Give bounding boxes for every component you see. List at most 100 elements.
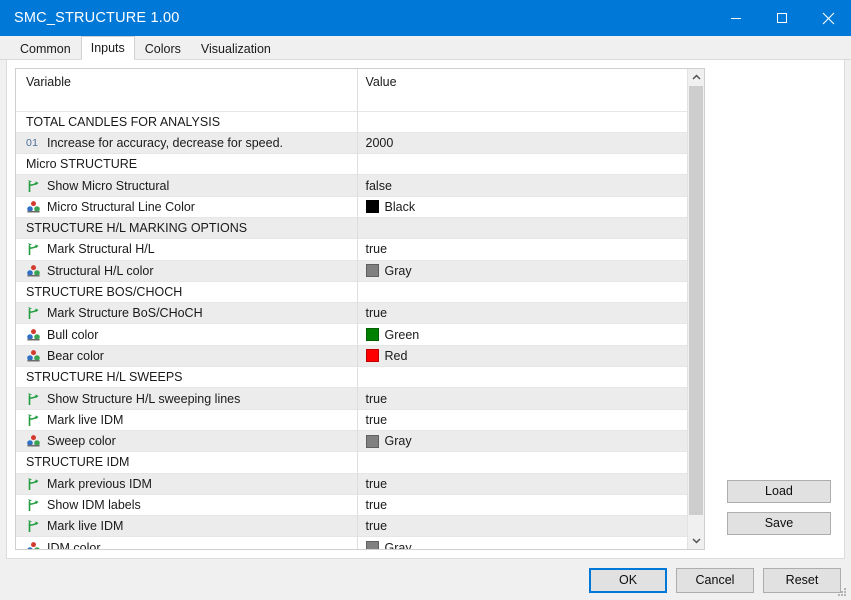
variable-cell: Micro Structural Line Color	[16, 196, 357, 217]
inputs-table-scroll-area: Variable Value TOTAL CANDLES FOR ANALYSI…	[16, 69, 687, 549]
value-cell[interactable]	[357, 281, 687, 302]
color-palette-icon	[26, 434, 41, 448]
value-text: true	[366, 477, 388, 491]
table-row[interactable]: Micro Structural Line Color Black	[16, 196, 687, 217]
inputs-table: Variable Value TOTAL CANDLES FOR ANALYSI…	[16, 69, 687, 549]
variable-cell: Mark live IDM	[16, 516, 357, 537]
value-cell[interactable]	[357, 217, 687, 238]
table-row[interactable]: Micro STRUCTURE	[16, 154, 687, 175]
table-row[interactable]: IDM colorGray	[16, 537, 687, 549]
variable-cell: STRUCTURE BOS/CHOCH	[16, 281, 357, 302]
value-cell[interactable]: true	[357, 516, 687, 537]
value-cell[interactable]: true	[357, 388, 687, 409]
group-label: STRUCTURE H/L MARKING OPTIONS	[26, 221, 247, 235]
color-swatch	[366, 328, 379, 341]
resize-grip[interactable]	[836, 586, 848, 598]
close-icon[interactable]	[805, 0, 851, 36]
value-text: Gray	[385, 434, 412, 448]
load-button[interactable]: Load	[727, 480, 831, 503]
table-row[interactable]: STRUCTURE H/L SWEEPS	[16, 367, 687, 388]
table-row[interactable]: Mark live IDMtrue	[16, 409, 687, 430]
value-cell[interactable]: Green	[357, 324, 687, 345]
tab-inputs[interactable]: Inputs	[81, 36, 135, 60]
variable-cell: Mark live IDM	[16, 409, 357, 430]
value-cell[interactable]: 2000	[357, 132, 687, 153]
value-text: true	[366, 498, 388, 512]
value-text: Black	[385, 200, 416, 214]
color-swatch	[366, 435, 379, 448]
dialog-footer: OK Cancel Reset	[0, 559, 851, 600]
cancel-button[interactable]: Cancel	[676, 568, 754, 593]
tab-common[interactable]: Common	[10, 38, 81, 59]
variable-cell: Structural H/L color	[16, 260, 357, 281]
vertical-scrollbar[interactable]	[687, 69, 704, 549]
value-cell[interactable]	[357, 111, 687, 132]
table-row[interactable]: Mark Structure BoS/CHoCH true	[16, 303, 687, 324]
variable-cell: IDM color	[16, 537, 357, 549]
table-row[interactable]: STRUCTURE IDM	[16, 452, 687, 473]
table-row[interactable]: 01 Increase for accuracy, decrease for sp…	[16, 132, 687, 153]
variable-label: Show IDM labels	[47, 498, 141, 512]
boolean-branch-icon	[26, 498, 41, 512]
table-row[interactable]: Structural H/L color Gray	[16, 260, 687, 281]
variable-cell: STRUCTURE H/L MARKING OPTIONS	[16, 217, 357, 238]
value-cell[interactable]: true	[357, 409, 687, 430]
value-text: Gray	[385, 264, 412, 278]
table-row[interactable]: Mark live IDMtrue	[16, 516, 687, 537]
table-row[interactable]: Show Micro Structural false	[16, 175, 687, 196]
value-cell[interactable]	[357, 452, 687, 473]
value-cell[interactable]: true	[357, 494, 687, 515]
table-row[interactable]: STRUCTURE BOS/CHOCH	[16, 281, 687, 302]
table-row[interactable]: Show IDM labels true	[16, 494, 687, 515]
maximize-icon[interactable]	[759, 0, 805, 36]
value-cell[interactable]: true	[357, 239, 687, 260]
tab-visualization[interactable]: Visualization	[191, 38, 281, 59]
table-row[interactable]: Bear colorRed	[16, 345, 687, 366]
integer-icon: 01	[26, 137, 41, 149]
value-cell[interactable]: true	[357, 303, 687, 324]
table-row[interactable]: Show Structure H/L sweeping lines true	[16, 388, 687, 409]
value-cell[interactable]: Black	[357, 196, 687, 217]
value-cell[interactable]: Gray	[357, 430, 687, 451]
color-swatch	[366, 264, 379, 277]
value-text: true	[366, 306, 388, 320]
minimize-icon[interactable]	[713, 0, 759, 36]
variable-label: Show Micro Structural	[47, 179, 169, 193]
column-header-variable: Variable	[16, 69, 357, 111]
scrollbar-track[interactable]	[688, 86, 704, 532]
scrollbar-thumb[interactable]	[689, 86, 703, 515]
variable-cell: Show Structure H/L sweeping lines	[16, 388, 357, 409]
value-cell[interactable]	[357, 154, 687, 175]
chevron-up-icon[interactable]	[688, 69, 705, 86]
save-button[interactable]: Save	[727, 512, 831, 535]
value-cell[interactable]: false	[357, 175, 687, 196]
table-row[interactable]: STRUCTURE H/L MARKING OPTIONS	[16, 217, 687, 238]
variable-cell: Mark Structure BoS/CHoCH	[16, 303, 357, 324]
variable-label: Sweep color	[47, 434, 116, 448]
table-row[interactable]: TOTAL CANDLES FOR ANALYSIS	[16, 111, 687, 132]
value-cell[interactable]: Red	[357, 345, 687, 366]
table-row[interactable]: Mark previous IDM true	[16, 473, 687, 494]
value-cell[interactable]: Gray	[357, 537, 687, 549]
value-cell[interactable]	[357, 367, 687, 388]
table-row[interactable]: Sweep color Gray	[16, 430, 687, 451]
tab-bar: Common Inputs Colors Visualization	[0, 36, 851, 60]
variable-label: Show Structure H/L sweeping lines	[47, 392, 240, 406]
value-cell[interactable]: true	[357, 473, 687, 494]
variable-label: Mark previous IDM	[47, 477, 152, 491]
tab-colors[interactable]: Colors	[135, 38, 191, 59]
ok-button[interactable]: OK	[589, 568, 667, 593]
value-text: Green	[385, 328, 420, 342]
variable-label: Increase for accuracy, decrease for spee…	[47, 136, 283, 150]
table-row[interactable]: Mark Structural H/Ltrue	[16, 239, 687, 260]
table-row[interactable]: Bull colorGreen	[16, 324, 687, 345]
variable-cell: TOTAL CANDLES FOR ANALYSIS	[16, 111, 357, 132]
variable-cell: Sweep color	[16, 430, 357, 451]
value-cell[interactable]: Gray	[357, 260, 687, 281]
chevron-down-icon[interactable]	[688, 532, 705, 549]
color-palette-icon	[26, 264, 41, 278]
variable-cell: Show Micro Structural	[16, 175, 357, 196]
reset-button[interactable]: Reset	[763, 568, 841, 593]
variable-cell: Bear color	[16, 345, 357, 366]
value-text: true	[366, 392, 388, 406]
